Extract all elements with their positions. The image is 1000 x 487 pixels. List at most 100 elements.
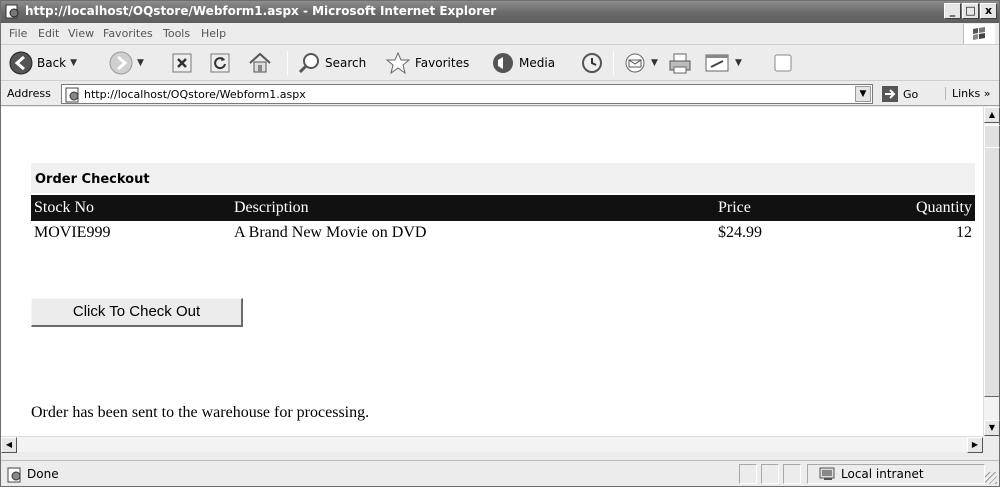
printer-icon — [669, 53, 691, 74]
title-bar: http://localhost/OQstore/Webform1.aspx -… — [1, 1, 999, 23]
media-label: Media — [519, 56, 556, 70]
vertical-scrollbar-track: ▲ — [983, 107, 1000, 147]
scrollbar-thumb-top[interactable] — [984, 125, 1000, 147]
menu-bar: File Edit View Favorites Tools Help — [1, 23, 999, 45]
scroll-left-button[interactable]: ◀ — [1, 437, 17, 453]
scroll-right-button[interactable]: ▶ — [967, 437, 983, 453]
mail-icon — [625, 53, 645, 73]
status-cell — [783, 464, 801, 484]
refresh-icon — [210, 53, 230, 73]
address-url: http://localhost/OQstore/Webform1.aspx — [84, 88, 306, 101]
go-label: Go — [903, 87, 919, 101]
status-bar: Done Local intranet — [1, 460, 999, 486]
history-button[interactable] — [579, 49, 605, 77]
search-icon — [298, 53, 319, 74]
mail-button[interactable]: ▼ — [623, 49, 658, 77]
resize-grip-icon[interactable] — [985, 472, 997, 484]
mail-dropdown-icon[interactable]: ▼ — [651, 58, 658, 68]
scroll-down-button[interactable]: ▼ — [984, 420, 1000, 436]
refresh-button[interactable] — [209, 49, 231, 77]
back-dropdown-icon[interactable]: ▼ — [70, 58, 77, 68]
edit-page-icon — [705, 54, 729, 72]
standard-toolbar: Back ▼ ▼ Search Favorites Media ▼ ▼ — [1, 45, 999, 81]
links-label: Links — [952, 87, 981, 100]
go-button[interactable]: Go — [881, 85, 918, 103]
status-cell — [739, 464, 757, 484]
menu-favorites[interactable]: Favorites — [103, 27, 153, 40]
go-arrow-icon — [882, 86, 898, 102]
cell-description: A Brand New Movie on DVD — [234, 224, 427, 241]
search-button[interactable]: Search — [297, 49, 366, 77]
scroll-up-button[interactable]: ▲ — [984, 107, 1000, 123]
page-content-top — [1, 107, 983, 147]
ie-page-icon — [5, 4, 19, 19]
menu-help[interactable]: Help — [201, 27, 226, 40]
back-button[interactable]: Back ▼ — [9, 49, 77, 77]
address-label: Address — [7, 87, 51, 100]
menu-tools[interactable]: Tools — [163, 27, 190, 40]
links-button[interactable]: Links » — [945, 87, 991, 100]
intranet-icon — [819, 467, 835, 480]
stop-button[interactable] — [171, 49, 193, 77]
column-header-description: Description — [231, 195, 715, 221]
close-button[interactable]: x — [980, 3, 997, 19]
zone-label: Local intranet — [841, 467, 924, 481]
column-header-stock-no: Stock No — [31, 195, 231, 221]
address-input[interactable]: http://localhost/OQstore/Webform1.aspx ▼ — [61, 84, 873, 104]
print-button[interactable] — [667, 49, 693, 77]
cell-quantity: 12 — [956, 224, 972, 241]
home-button[interactable] — [247, 49, 273, 77]
order-grid: Stock No Description Price Quantity MOVI… — [31, 195, 975, 245]
ie-page-icon — [7, 467, 21, 483]
cell-stock-no: MOVIE999 — [34, 224, 111, 241]
window-title: http://localhost/OQstore/Webform1.aspx -… — [25, 4, 497, 18]
status-text: Done — [27, 467, 59, 481]
history-icon — [582, 53, 602, 73]
toolbar-separator — [287, 51, 288, 75]
menu-file[interactable]: File — [9, 27, 27, 40]
ie-page-icon — [65, 87, 79, 103]
page-title: Order Checkout — [35, 172, 150, 187]
scrollbar-corner — [983, 436, 999, 452]
column-header-price: Price — [715, 195, 895, 221]
star-icon — [385, 51, 411, 75]
discuss-icon — [774, 54, 792, 72]
windows-logo-throbber — [963, 24, 995, 44]
horizontal-scrollbar[interactable]: ◀ ▶ — [1, 436, 983, 453]
security-zone: Local intranet — [819, 466, 924, 482]
checkout-button[interactable]: Click To Check Out — [31, 298, 243, 327]
menu-view[interactable]: View — [68, 27, 94, 40]
vertical-scrollbar[interactable]: ▼ — [983, 147, 1000, 436]
address-dropdown-button[interactable]: ▼ — [855, 86, 871, 102]
edit-button[interactable]: ▼ — [703, 49, 742, 77]
status-cell — [761, 464, 779, 484]
forward-arrow-icon — [109, 51, 133, 75]
back-label: Back — [37, 56, 67, 70]
forward-dropdown-icon[interactable]: ▼ — [137, 58, 144, 68]
favorites-label: Favorites — [415, 56, 470, 70]
maximize-button[interactable]: □ — [962, 3, 979, 19]
stop-icon — [172, 53, 192, 73]
cell-price: $24.99 — [718, 224, 762, 241]
search-label: Search — [325, 56, 367, 70]
browser-window: http://localhost/OQstore/Webform1.aspx -… — [0, 0, 1000, 487]
toolbar-separator — [613, 51, 614, 75]
forward-button[interactable]: ▼ — [109, 49, 144, 77]
vertical-scrollbar-thumb[interactable] — [984, 147, 1000, 397]
home-icon — [249, 52, 271, 73]
windows-flag-icon — [973, 27, 985, 40]
page-title-panel: Order Checkout — [31, 163, 975, 193]
menu-edit[interactable]: Edit — [38, 27, 59, 40]
discuss-button[interactable] — [771, 49, 795, 77]
chevron-right-icon: » — [983, 87, 991, 100]
minimize-button[interactable]: _ — [944, 3, 961, 19]
confirmation-message: Order has been sent to the warehouse for… — [31, 404, 370, 421]
grid-header-row: Stock No Description Price Quantity — [31, 195, 975, 221]
back-arrow-icon — [9, 51, 33, 75]
favorites-button[interactable]: Favorites — [385, 49, 469, 77]
table-row: MOVIE999 A Brand New Movie on DVD $24.99… — [31, 221, 975, 245]
edit-dropdown-icon[interactable]: ▼ — [735, 58, 742, 68]
media-button[interactable]: Media — [491, 49, 555, 77]
window-controls: _ □ x — [944, 3, 997, 19]
address-bar: Address http://localhost/OQstore/Webform… — [1, 82, 999, 106]
